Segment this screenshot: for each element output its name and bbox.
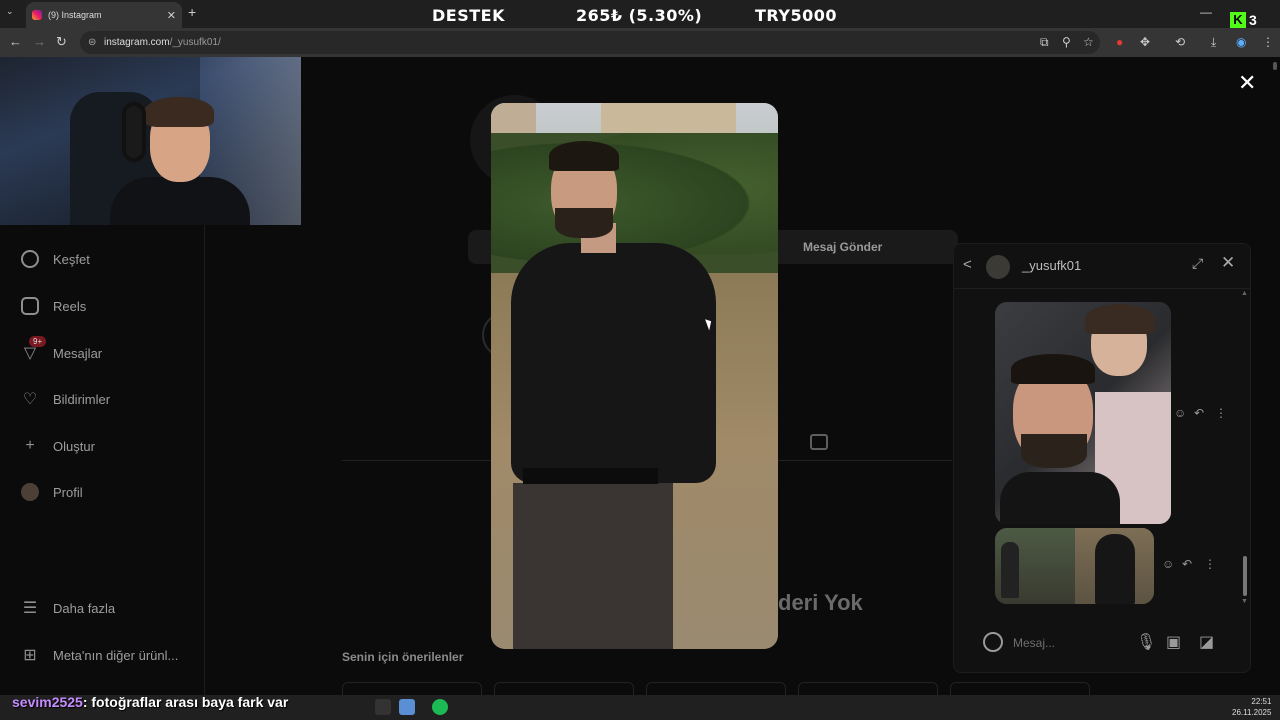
screen: ⌄ (9) Instagram ✕ + DESTEK 265₺ (5.30%) … (0, 0, 1280, 720)
sidebar-item-notifications[interactable]: ♡ Bildirimler (20, 389, 110, 409)
hamburger-menu-icon: ☰ (22, 600, 38, 617)
suggested-heading: Senin için önerilenler (342, 650, 464, 664)
kick-logo-icon: K (1230, 12, 1246, 28)
forward-arrow-icon[interactable]: → (33, 34, 46, 49)
sidebar-item-label: Reels (53, 298, 87, 314)
install-app-icon[interactable]: ⧉ (1040, 35, 1049, 50)
history-icon[interactable]: ⟲ (1175, 35, 1185, 49)
plus-icon: + (25, 437, 35, 454)
kick-viewer-count: 3 (1249, 12, 1257, 28)
react-emoji-icon[interactable]: ☺ (1162, 557, 1174, 571)
scroll-down-icon[interactable]: ▼ (1241, 598, 1248, 605)
dm-photo-message[interactable] (995, 302, 1171, 524)
enlarged-photo (491, 103, 778, 649)
tab-title: (9) Instagram (48, 10, 102, 20)
dm-avatar[interactable] (986, 255, 1010, 279)
download-icon[interactable]: ⤓ (1211, 35, 1216, 50)
chat-text: : fotoğraflar arası baya fark var (82, 694, 289, 710)
reload-icon[interactable]: ↻ (56, 34, 67, 50)
no-posts-text: deri Yok (778, 590, 863, 615)
sidebar-item-label: Keşfet (53, 251, 90, 267)
clock-time: 22:51 (1251, 697, 1272, 706)
dm-scrollbar[interactable] (1243, 556, 1247, 596)
suggestion-card[interactable] (646, 682, 786, 696)
sidebar-item-profile[interactable]: Profil (20, 482, 83, 502)
sidebar-item-explore[interactable]: Keşfet (20, 249, 90, 269)
suggestion-card[interactable] (342, 682, 482, 696)
viewer-close-icon[interactable]: ✕ (1238, 70, 1256, 96)
expand-icon[interactable]: ⤢ (1192, 255, 1203, 272)
overlay-donation-amount: 265₺ (5.30%) (576, 6, 703, 25)
tab-search-icon[interactable]: ⌄ (6, 6, 14, 17)
new-tab-button[interactable]: + (188, 4, 196, 20)
sidebar-item-label: Oluştur (53, 438, 95, 454)
suggestion-card[interactable] (494, 682, 634, 696)
message-placeholder: Mesaj... (1013, 636, 1056, 650)
sticker-icon[interactable]: ◪ (1199, 632, 1214, 652)
bookmark-star-icon[interactable]: ☆ (1083, 35, 1094, 49)
zoom-icon[interactable]: ⚲ (1062, 35, 1071, 49)
dm-photo-message[interactable] (995, 528, 1154, 604)
heart-icon: ♡ (22, 391, 38, 408)
chrome-taskbar-icon[interactable] (375, 699, 391, 715)
url-host: instagram.com (104, 37, 170, 48)
more-options-icon[interactable]: ⋮ (1215, 406, 1227, 420)
spotify-taskbar-icon[interactable] (432, 699, 448, 715)
notepad-taskbar-icon[interactable] (399, 699, 415, 715)
overlay-destek-label: DESTEK (432, 6, 505, 25)
emoji-icon[interactable] (983, 632, 1003, 652)
meta-apps-icon: ⊞ (23, 647, 37, 664)
minimize-icon[interactable]: — (1200, 5, 1212, 19)
reply-icon[interactable]: ↶ (1194, 406, 1204, 420)
message-input[interactable] (970, 625, 1230, 661)
messages-badge: 9+ (29, 336, 47, 347)
more-options-icon[interactable]: ⋮ (1204, 557, 1216, 571)
image-upload-icon[interactable]: ▣ (1166, 632, 1181, 652)
avatar (20, 482, 40, 502)
extension-red-icon[interactable]: ● (1116, 35, 1123, 49)
webcam-overlay (0, 57, 301, 225)
reply-icon[interactable]: ↶ (1182, 557, 1192, 571)
headset-icon (122, 102, 146, 162)
sidebar-item-label: Bildirimler (53, 391, 111, 407)
chevron-left-icon[interactable]: < (963, 256, 972, 273)
dm-divider (953, 288, 1251, 289)
browser-tab-instagram[interactable]: (9) Instagram ✕ (26, 2, 182, 28)
sidebar-item-label: Profil (53, 484, 83, 500)
sidebar-item-label: Mesajlar (53, 345, 103, 361)
sidebar-item-label: Daha fazla (53, 600, 116, 616)
react-emoji-icon[interactable]: ☺ (1174, 406, 1186, 420)
url-path: /_yusufk01/ (169, 37, 221, 48)
compass-icon (20, 249, 40, 269)
profile-icon[interactable]: ◉ (1236, 35, 1246, 49)
browser-tabbar: ⌄ (9) Instagram ✕ + DESTEK 265₺ (5.30%) … (0, 0, 1280, 28)
send-message-button[interactable]: Mesaj Gönder (803, 240, 882, 254)
sidebar-item-label: Meta'nın diğer ürünl... (53, 647, 179, 663)
address-bar[interactable]: ⊜ instagram.com /_yusufk01/ (80, 31, 1100, 54)
sidebar-item-reels[interactable]: Reels (20, 296, 86, 316)
close-icon[interactable]: ✕ (1221, 253, 1235, 273)
scroll-up-icon[interactable]: ▲ (1241, 290, 1248, 297)
back-arrow-icon[interactable]: ← (9, 34, 22, 49)
suggestion-card[interactable] (950, 682, 1090, 696)
extensions-puzzle-icon[interactable]: ✥ (1140, 35, 1150, 49)
browser-menu-icon[interactable]: ⋮ (1262, 35, 1274, 49)
taskbar-clock[interactable]: 22:51 26.11.2025 (1232, 696, 1272, 718)
site-info-icon[interactable]: ⊜ (88, 37, 96, 48)
overlay-donation-goal: TRY5000 (755, 6, 837, 25)
reels-icon (20, 296, 40, 316)
sidebar-item-create[interactable]: + Oluştur (20, 436, 95, 456)
suggestion-card[interactable] (798, 682, 938, 696)
stream-chat-message: sevim2525: fotoğraflar arası baya fark v… (12, 694, 288, 710)
tagged-tab-icon[interactable] (810, 434, 828, 450)
chat-username: sevim2525 (12, 694, 83, 710)
dm-username[interactable]: _yusufk01 (1022, 258, 1081, 273)
microphone-icon[interactable]: 🎙 (1136, 632, 1156, 652)
sidebar-item-meta[interactable]: ⊞ Meta'nın diğer ürünl... (20, 645, 178, 665)
sidebar-item-more[interactable]: ☰ Daha fazla (20, 598, 115, 618)
clock-date: 26.11.2025 (1232, 708, 1272, 717)
instagram-favicon-icon (32, 10, 42, 20)
page-scrollbar[interactable] (1273, 62, 1277, 70)
tab-close-icon[interactable]: ✕ (167, 9, 176, 22)
